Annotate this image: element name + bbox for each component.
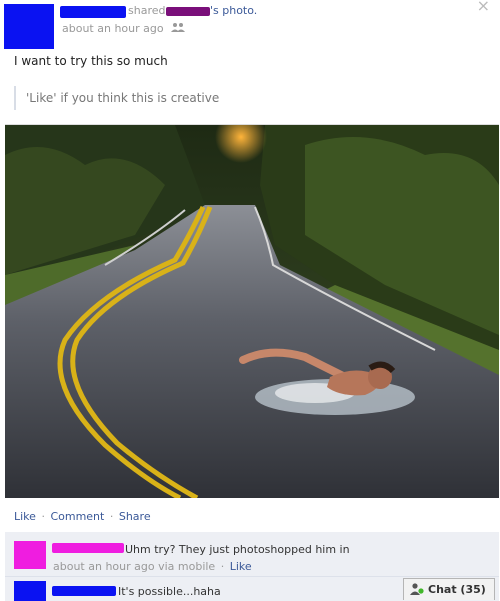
comment-text: It's possible...haha [118,585,221,598]
comment-meta: about an hour ago via mobile · Like [53,560,252,573]
post-photo[interactable] [5,124,499,498]
comment-like-link[interactable]: Like [230,560,252,573]
comment-timestamp[interactable]: about an hour ago via mobile [53,560,215,573]
comment-link[interactable]: Comment [50,510,104,523]
post-actions: Like · Comment · Share [14,510,151,523]
post-meta: about an hour ago [62,22,186,35]
road-swimmer-image [5,125,499,498]
chat-tab[interactable]: Chat (35) [403,578,495,600]
close-icon[interactable]: × [477,0,490,15]
owner-name-redaction[interactable] [166,7,210,16]
photo-link[interactable]: 's photo. [210,4,257,17]
post-header: shared [128,4,165,17]
comment-text: Uhm try? They just photoshopped him in [125,543,350,556]
post-message: I want to try this so much [14,54,168,68]
separator: · [41,510,45,523]
separator: · [109,510,114,523]
shared-label: shared [128,4,166,17]
friends-icon [171,22,186,35]
comment-divider [5,576,499,577]
avatar-redaction[interactable] [4,4,54,49]
like-link[interactable]: Like [14,510,36,523]
share-link[interactable]: Share [119,510,151,523]
commenter-name-redaction[interactable] [52,586,116,596]
chat-label: Chat (35) [428,583,486,596]
chat-status-icon [410,583,424,598]
commenter-avatar-redaction[interactable] [14,581,46,601]
commenter-name-redaction[interactable] [52,543,124,553]
commenter-avatar-redaction[interactable] [14,541,46,569]
post-quote: 'Like' if you think this is creative [14,86,219,110]
post-timestamp[interactable]: about an hour ago [62,22,164,35]
author-name-redaction[interactable] [60,6,126,18]
separator: · [220,560,225,573]
